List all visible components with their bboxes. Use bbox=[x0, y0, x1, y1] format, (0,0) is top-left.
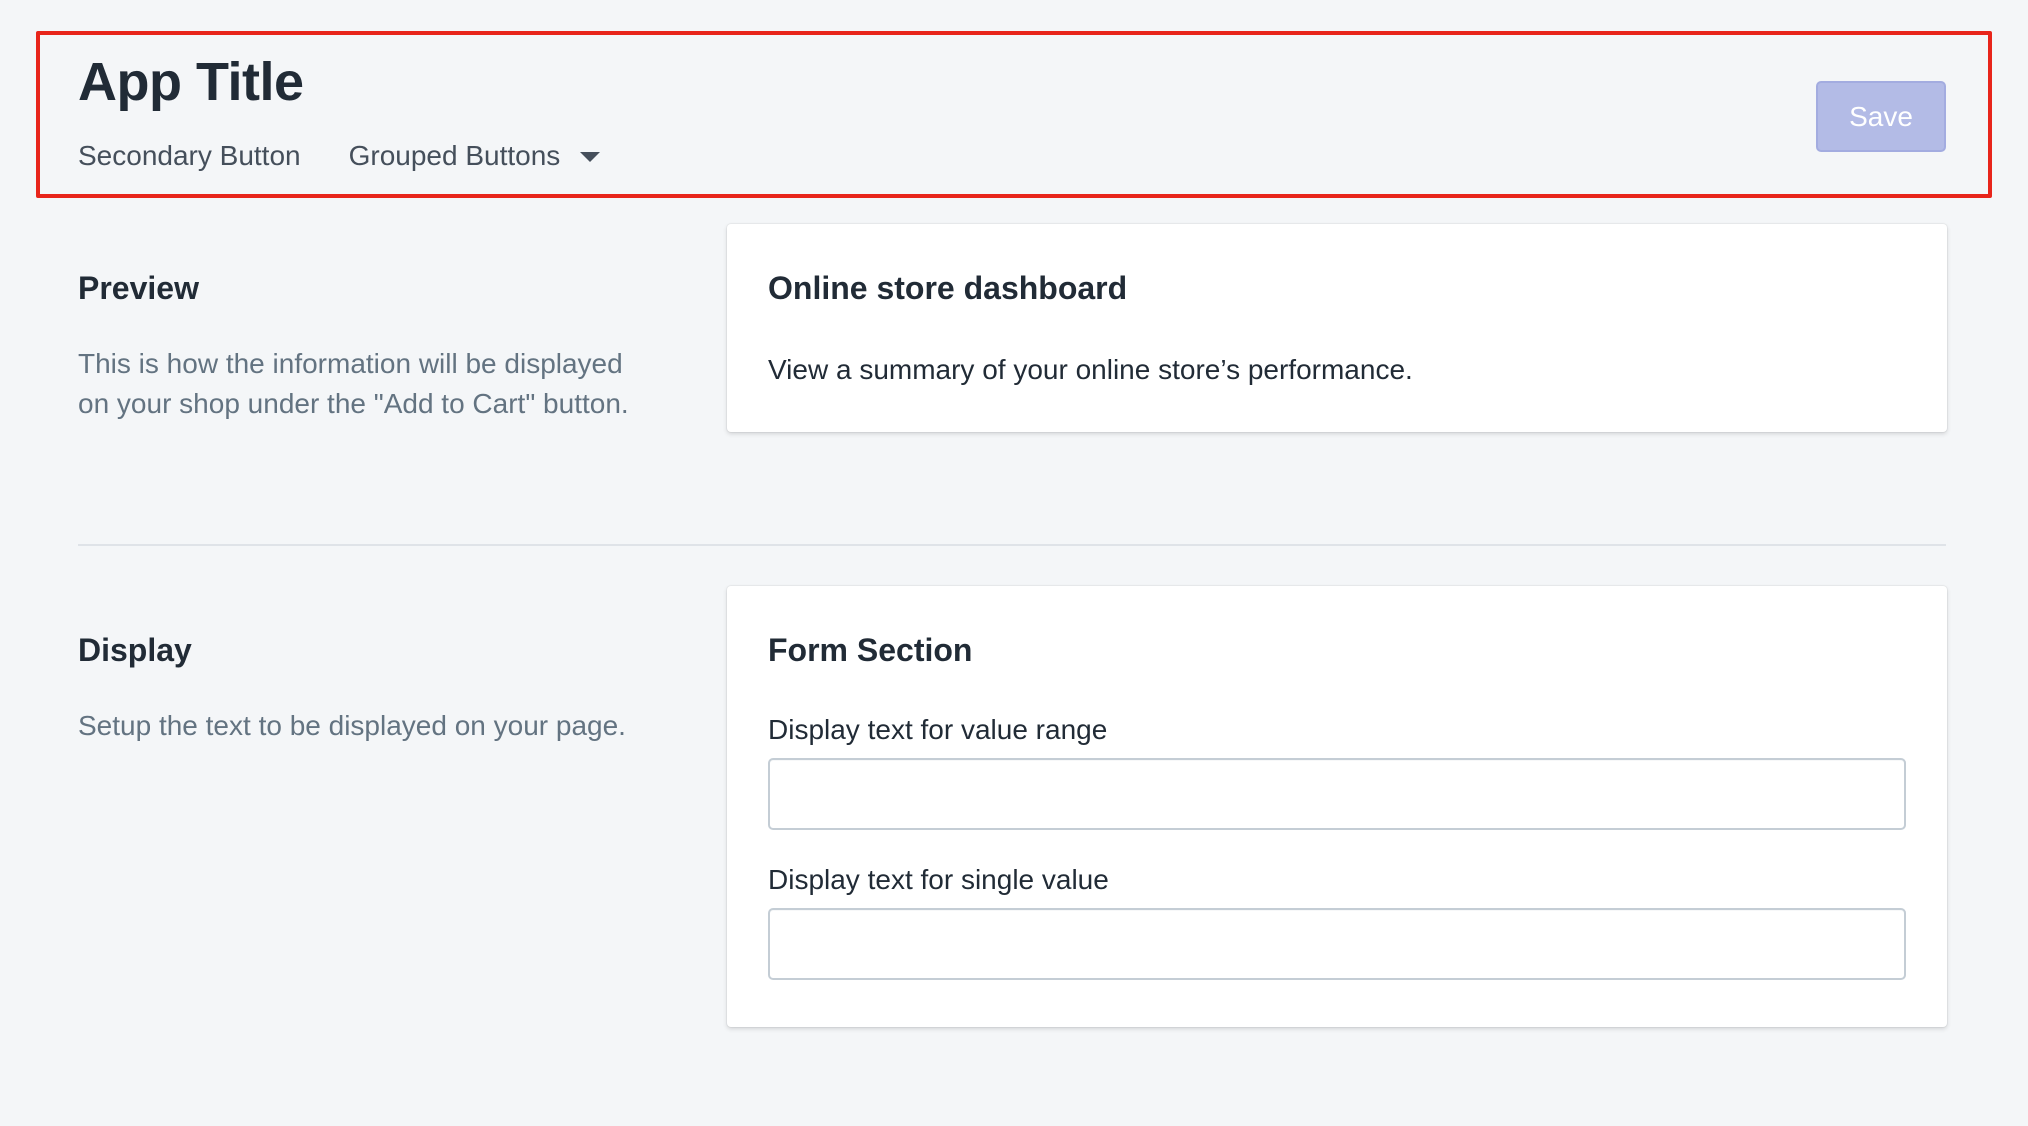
display-section-info: Display Setup the text to be displayed o… bbox=[78, 630, 658, 746]
secondary-button-label: Secondary Button bbox=[78, 140, 301, 171]
form-section-title: Form Section bbox=[768, 632, 973, 668]
value-range-input[interactable] bbox=[768, 758, 1906, 830]
page: App Title Secondary Button Grouped Butto… bbox=[0, 0, 2028, 1126]
card-text: View a summary of your online store’s pe… bbox=[768, 354, 1413, 385]
chevron-down-icon bbox=[580, 152, 601, 162]
preview-section-info: Preview This is how the information will… bbox=[78, 268, 658, 424]
app-title: App Title bbox=[78, 52, 304, 112]
single-value-label: Display text for single value bbox=[768, 864, 1109, 895]
display-heading: Display bbox=[78, 632, 192, 668]
grouped-buttons-label: Grouped Buttons bbox=[348, 140, 561, 171]
online-store-dashboard-card: Online store dashboard View a summary of… bbox=[727, 224, 1947, 432]
grouped-buttons-menu[interactable]: Grouped Buttons bbox=[349, 138, 601, 174]
form-section-card: Form Section Display text for value rang… bbox=[727, 586, 1947, 1027]
value-range-label: Display text for value range bbox=[768, 714, 1108, 745]
secondary-button[interactable]: Secondary Button bbox=[78, 138, 301, 174]
preview-heading: Preview bbox=[78, 270, 199, 306]
section-divider bbox=[78, 544, 1946, 546]
card-title: Online store dashboard bbox=[768, 270, 1128, 306]
secondary-actions: Secondary Button Grouped Buttons bbox=[78, 138, 601, 174]
save-button[interactable]: Save bbox=[1816, 81, 1946, 152]
single-value-input[interactable] bbox=[768, 908, 1906, 980]
preview-description: This is how the information will be disp… bbox=[78, 348, 629, 419]
display-description: Setup the text to be displayed on your p… bbox=[78, 710, 626, 741]
